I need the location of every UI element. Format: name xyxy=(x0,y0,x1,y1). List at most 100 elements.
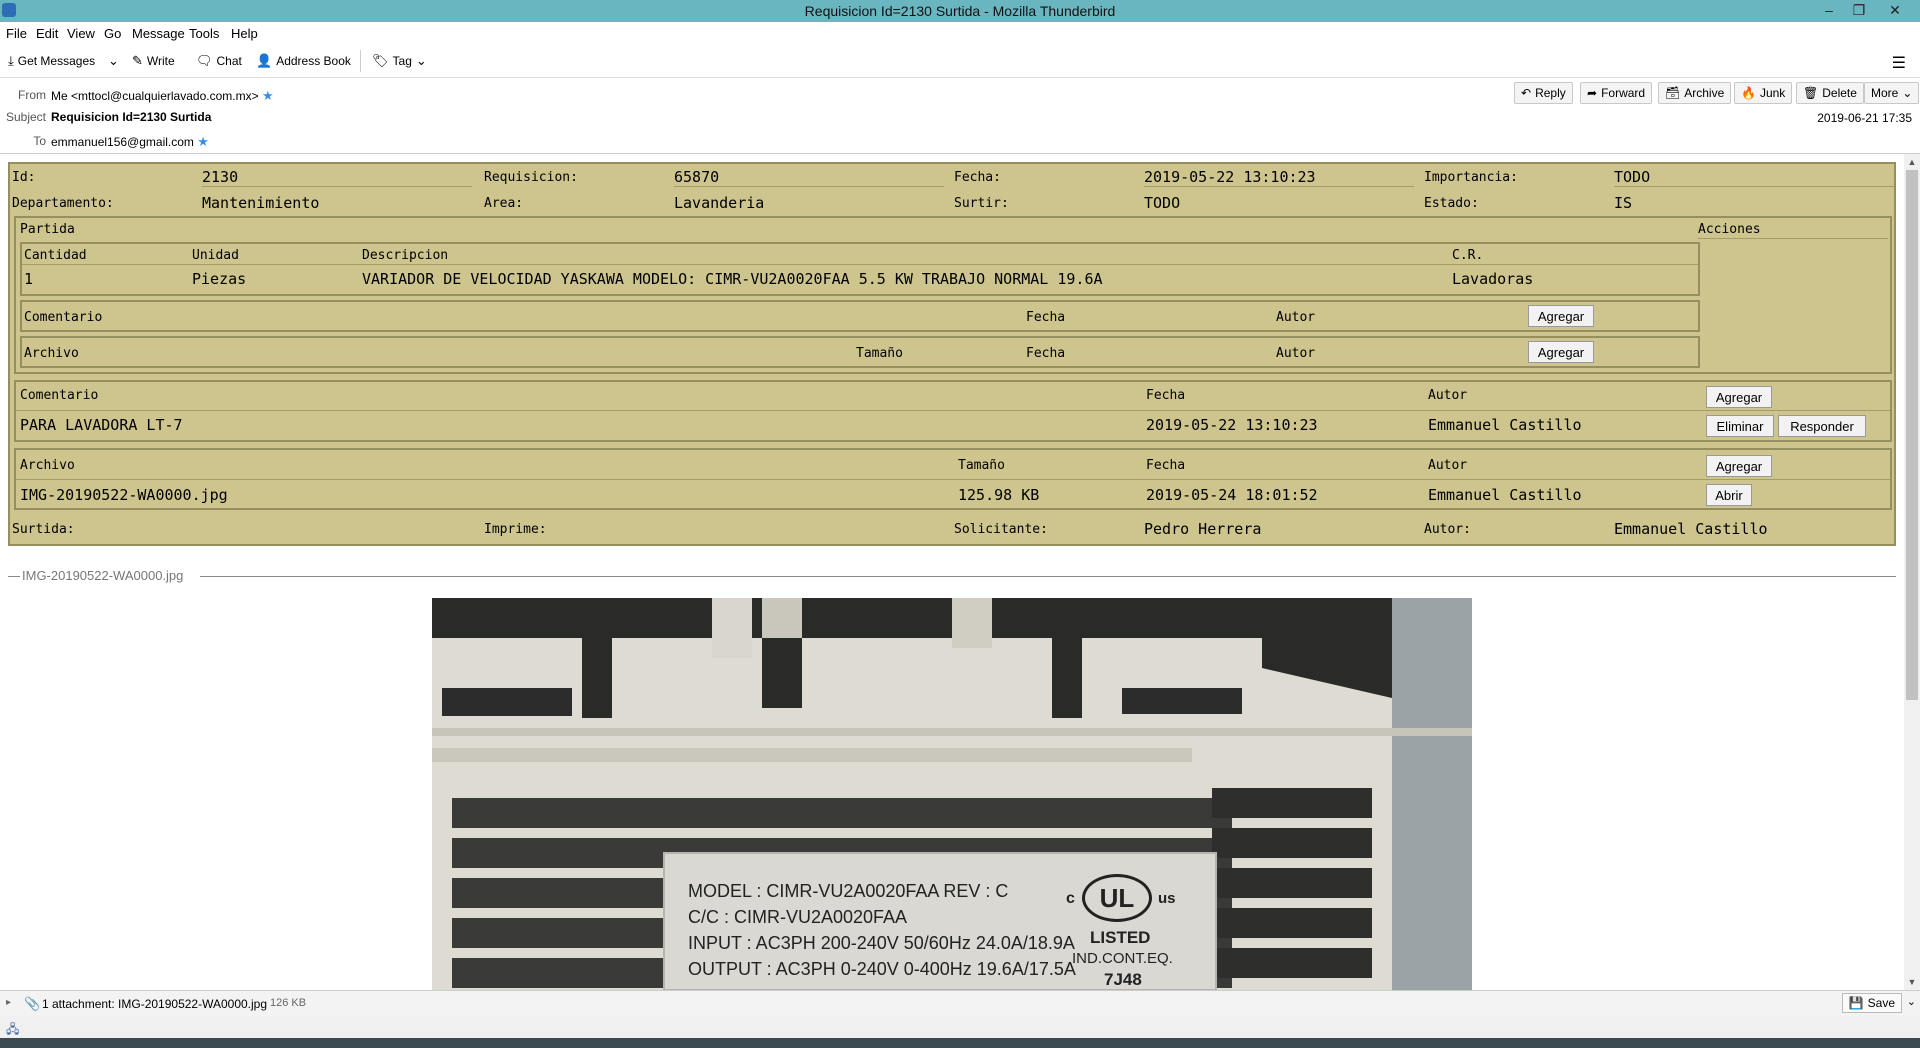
responder-button[interactable]: Responder xyxy=(1778,415,1866,437)
save-label: Save xyxy=(1867,996,1895,1010)
from-value[interactable]: Me <mttocl@cualquierlavado.com.mx> ★ xyxy=(51,88,274,104)
forward-icon: ➦ xyxy=(1587,86,1598,100)
to-label: To xyxy=(33,134,46,148)
get-messages-label: Get Messages xyxy=(17,54,96,68)
star-icon[interactable]: ★ xyxy=(262,88,274,103)
subject-value: Requisicion Id=2130 Surtida xyxy=(51,110,212,124)
agregar-comentario-button[interactable]: Agregar xyxy=(1706,386,1772,408)
input-line: INPUT : AC3PH 200-240V 50/60Hz 24.0A/18.… xyxy=(688,933,1075,953)
app-menu-icon[interactable]: ☰ xyxy=(1892,53,1906,73)
autor-label: Autor xyxy=(1276,346,1316,361)
importancia-value: TODO xyxy=(1614,168,1651,186)
menu-message[interactable]: Message xyxy=(132,26,185,41)
pencil-icon: ✎ xyxy=(132,53,143,68)
more-label: More xyxy=(1871,86,1899,100)
reply-label: Reply xyxy=(1535,86,1566,100)
junk-button[interactable]: 🔥 Junk xyxy=(1734,82,1793,104)
download-icon: ⤓ xyxy=(8,53,14,68)
divider xyxy=(8,576,20,577)
to-address[interactable]: emmanuel156@gmail.com xyxy=(51,135,194,149)
partida-archivo: Archivo Tamaño Fecha Autor Agregar xyxy=(20,336,1700,368)
close-button[interactable]: ✕ xyxy=(1880,2,1910,19)
descripcion-value: VARIADOR DE VELOCIDAD YASKAWA MODELO: CI… xyxy=(362,270,1103,288)
agregar-comentario-button[interactable]: Agregar xyxy=(1528,305,1594,327)
menu-go[interactable]: Go xyxy=(104,26,121,41)
autor-footer-value: Emmanuel Castillo xyxy=(1614,520,1768,538)
save-button[interactable]: 💾 Save xyxy=(1841,993,1902,1013)
area-value: Lavanderia xyxy=(674,194,765,212)
more-button[interactable]: More ⌄ xyxy=(1864,82,1920,104)
departamento-label: Departamento: xyxy=(12,196,114,211)
maximize-button[interactable]: ❐ xyxy=(1844,2,1874,19)
address-book-label: Address Book xyxy=(276,54,351,68)
ul-logo: UL xyxy=(1082,874,1152,922)
agregar-archivo-button[interactable]: Agregar xyxy=(1706,455,1772,477)
id-label: Id: xyxy=(12,170,36,185)
surtir-value: TODO xyxy=(1144,194,1181,212)
nameplate-text: MODEL : CIMR-VU2A0020FAA REV : C C/C : C… xyxy=(688,878,1076,982)
model-line: MODEL : CIMR-VU2A0020FAA REV : C xyxy=(688,881,1009,901)
reply-icon: ↶ xyxy=(1521,86,1532,100)
cc-line: C/C : CIMR-VU2A0020FAA xyxy=(688,907,908,927)
archivo-size: 125.98 KB xyxy=(958,486,1040,504)
comentario-fecha: 2019-05-22 13:10:23 xyxy=(1146,416,1318,434)
minimize-button[interactable]: – xyxy=(1814,2,1844,18)
surtida-label: Surtida: xyxy=(12,522,75,537)
status-bar: 🖧 xyxy=(0,1016,1920,1038)
eliminar-button[interactable]: Eliminar xyxy=(1706,415,1774,437)
acciones-label: Acciones xyxy=(1698,222,1761,237)
unidad-header: Unidad xyxy=(192,248,239,263)
comentarios-section: Comentario Fecha Autor Agregar PARA LAVA… xyxy=(14,380,1892,442)
autor-label: Autor xyxy=(1276,310,1316,325)
attachment-summary[interactable]: 1 attachment: IMG-20190522-WA0000.jpg xyxy=(42,997,267,1011)
get-messages-button[interactable]: ⤓ Get Messages xyxy=(8,53,95,69)
from-label: From xyxy=(18,88,46,102)
solicitante-label: Solicitante: xyxy=(954,522,1048,537)
requisicion-label: Requisicion: xyxy=(484,170,578,185)
chevron-down-icon[interactable]: ⌄ xyxy=(1907,995,1916,1008)
partida-items: Cantidad Unidad Descripcion C.R. 1 Pieza… xyxy=(20,242,1700,296)
paperclip-icon: 📎 xyxy=(24,996,41,1011)
scroll-down-icon[interactable]: ▼ xyxy=(1904,974,1920,990)
taskbar xyxy=(0,1038,1920,1048)
menu-edit[interactable]: Edit xyxy=(36,26,58,41)
tag-button[interactable]: 🏷 Tag ⌄ xyxy=(372,53,427,69)
expand-toggle-icon[interactable]: ▸ xyxy=(6,997,11,1008)
to-value[interactable]: emmanuel156@gmail.com ★ xyxy=(51,134,209,150)
requisition-table: Id: 2130 Requisicion: 65870 Fecha: 2019-… xyxy=(8,162,1896,546)
menu-file[interactable]: File xyxy=(6,26,27,41)
subject-label: Subject xyxy=(5,110,46,124)
chat-button[interactable]: 🗨 Chat xyxy=(196,53,242,69)
star-icon[interactable]: ★ xyxy=(197,134,209,149)
fire-icon: 🔥 xyxy=(1741,86,1756,100)
scrollbar-thumb[interactable] xyxy=(1906,170,1918,700)
scroll-up-icon[interactable]: ▲ xyxy=(1904,154,1920,170)
tamano-label: Tamaño xyxy=(856,346,903,361)
menu-bar: File Edit View Go Message Tools Help xyxy=(0,22,1920,44)
archive-button[interactable]: 🗃 Archive xyxy=(1658,82,1732,104)
abrir-button[interactable]: Abrir xyxy=(1706,484,1752,506)
chat-icon: 🗨 xyxy=(196,53,213,68)
imprime-label: Imprime: xyxy=(484,522,547,537)
attachment-image[interactable]: MODEL : CIMR-VU2A0020FAA REV : C C/C : C… xyxy=(432,598,1472,990)
menu-help[interactable]: Help xyxy=(231,26,258,41)
message-date: 2019-06-21 17:35 xyxy=(1817,111,1912,125)
menu-tools[interactable]: Tools xyxy=(189,26,219,41)
main-toolbar: ⤓ Get Messages ⌄ ✎ Write 🗨 Chat 👤 Addres… xyxy=(0,44,1920,78)
address-book-button[interactable]: 👤 Address Book xyxy=(256,53,351,69)
forward-button[interactable]: ➦ Forward xyxy=(1580,82,1653,104)
get-messages-dropdown[interactable]: ⌄ xyxy=(108,53,119,69)
delete-button[interactable]: 🗑 Delete xyxy=(1796,82,1864,104)
vertical-scrollbar[interactable]: ▲ ▼ xyxy=(1904,154,1920,990)
write-button[interactable]: ✎ Write xyxy=(132,53,175,69)
surtir-label: Surtir: xyxy=(954,196,1009,211)
solicitante-value: Pedro Herrera xyxy=(1144,520,1262,538)
save-icon: 💾 xyxy=(1848,996,1864,1010)
fecha-value: 2019-05-22 13:10:23 xyxy=(1144,168,1316,186)
importancia-label: Importancia: xyxy=(1424,170,1518,185)
from-address[interactable]: Me <mttocl@cualquierlavado.com.mx> xyxy=(51,89,259,103)
agregar-archivo-button[interactable]: Agregar xyxy=(1528,341,1594,363)
inline-attachment-name: IMG-20190522-WA0000.jpg xyxy=(22,568,184,583)
menu-view[interactable]: View xyxy=(67,26,95,41)
reply-button[interactable]: ↶ Reply xyxy=(1514,82,1573,104)
